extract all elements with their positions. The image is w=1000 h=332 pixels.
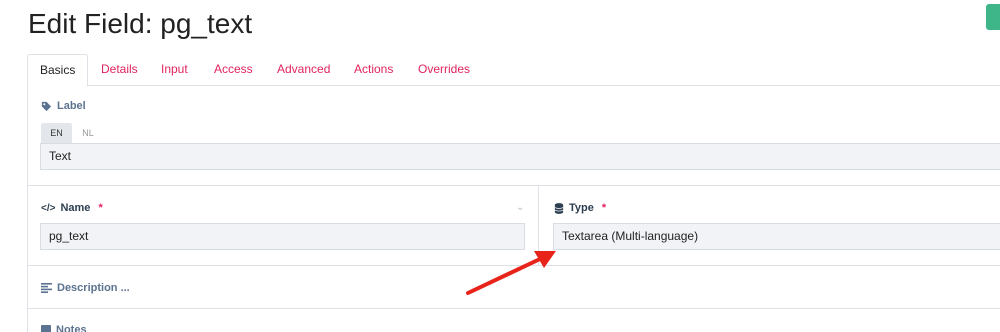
- annotation-arrow: [466, 251, 556, 295]
- language-tab-nl[interactable]: NL: [77, 123, 99, 143]
- page-title: Edit Field: pg_text: [28, 8, 253, 39]
- label-input[interactable]: Text: [40, 143, 1000, 170]
- notes-section-title[interactable]: Notes: [41, 324, 87, 332]
- note-icon: [41, 325, 51, 332]
- tab-overrides[interactable]: Overrides: [406, 54, 482, 86]
- type-select[interactable]: Textarea (Multi-language): [553, 223, 1000, 250]
- align-left-icon: [41, 283, 52, 293]
- language-tab-en[interactable]: EN: [41, 123, 72, 143]
- type-section-title: Type *: [554, 202, 606, 214]
- code-icon: </>: [41, 202, 56, 214]
- database-icon: [554, 202, 564, 214]
- divider: [27, 308, 1000, 309]
- save-button[interactable]: [986, 4, 1000, 30]
- tab-actions[interactable]: Actions: [342, 54, 405, 86]
- divider: [27, 185, 1000, 186]
- tab-advanced[interactable]: Advanced: [265, 54, 342, 86]
- tab-basics[interactable]: Basics: [27, 54, 89, 87]
- tab-input[interactable]: Input: [149, 54, 200, 86]
- name-input[interactable]: pg_text: [40, 223, 525, 250]
- description-section-title[interactable]: Description ...: [41, 282, 130, 294]
- label-section-title: Label: [41, 100, 86, 112]
- tag-icon: [41, 101, 52, 111]
- tab-details[interactable]: Details: [89, 54, 150, 86]
- chevron-down-icon[interactable]: ⌄: [516, 202, 524, 213]
- tab-bar: Basics Details Input Access Advanced Act…: [27, 54, 1000, 87]
- tab-access[interactable]: Access: [202, 54, 265, 86]
- name-section-title: </> Name *: [41, 202, 103, 214]
